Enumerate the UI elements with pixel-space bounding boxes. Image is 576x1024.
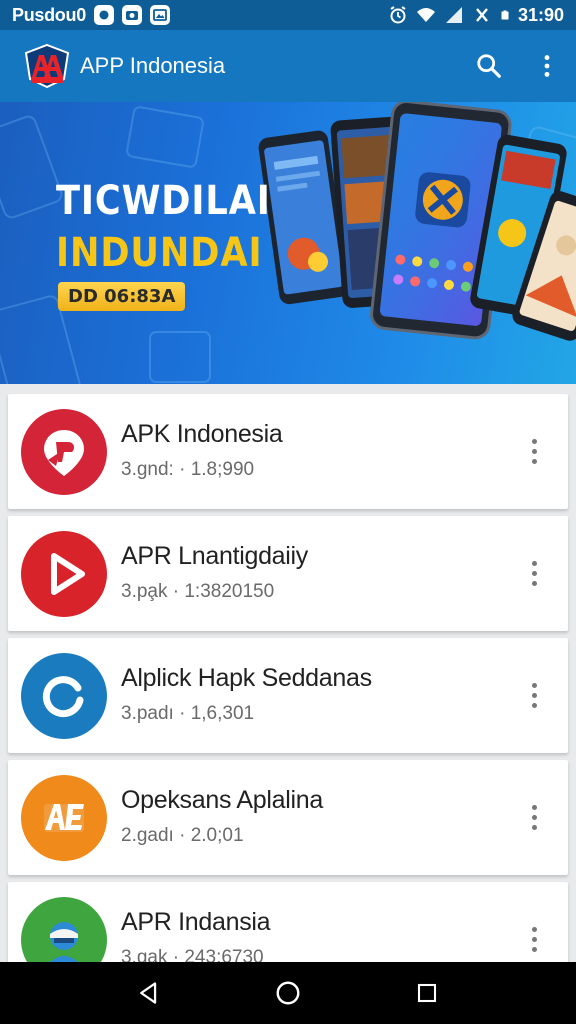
photo-icon (149, 5, 170, 25)
pin-logo-icon (21, 408, 107, 495)
more-vert-icon[interactable] (532, 51, 562, 81)
battery-icon (501, 10, 509, 20)
list-item[interactable]: Alplick Hapk Seddanas 3.padı · 1,6,301 (8, 638, 568, 753)
banner-subline: INDUNDAI (56, 230, 263, 276)
app-title: APP Indonesia (80, 53, 226, 78)
camera-icon (121, 5, 142, 25)
app-meta: 2.gadı · 2.0;01 (121, 825, 244, 846)
more-vert-icon[interactable] (522, 798, 546, 838)
search-icon[interactable] (474, 51, 504, 81)
app-name: Alplick Hapk Seddanas (121, 664, 372, 692)
app-name: APR Indansia (121, 908, 271, 936)
banner-headline: TICWDILAI (56, 178, 271, 224)
app-name: APR Lnantigdaiiy (121, 542, 308, 570)
more-vert-icon[interactable] (522, 676, 546, 716)
app-bar: APP Indonesia (0, 30, 576, 102)
data-off-icon (476, 8, 488, 22)
back-icon[interactable] (129, 973, 169, 1013)
app-logo (22, 43, 72, 89)
app-meta: 3.padı · 1,6,301 (121, 703, 255, 724)
refresh-ring-icon (21, 652, 107, 739)
ae-letters-icon (21, 774, 107, 861)
banner-badge: DD 06:83A (58, 282, 186, 311)
play-icon (21, 530, 107, 617)
list-item[interactable]: Opeksans Aplalina 2.gadı · 2.0;01 (8, 760, 568, 875)
promo-banner[interactable]: TICWDILAI INDUNDAI DD 06:83A (0, 102, 576, 384)
app-meta: 3.pa̧k · 1:3820150 (121, 581, 275, 602)
app-name: APK Indonesia (121, 420, 283, 448)
app-meta: 3.gnd: · 1.8;990 (121, 459, 255, 480)
system-nav-bar (0, 962, 576, 1024)
more-vert-icon[interactable] (522, 432, 546, 472)
status-time: 31:90 (517, 4, 564, 25)
more-vert-icon[interactable] (522, 920, 546, 960)
app-name: Opeksans Aplalina (121, 786, 323, 814)
status-carrier: Pusdou0 (12, 4, 86, 25)
wifi-icon (416, 8, 435, 22)
signal-icon (445, 7, 462, 23)
recents-icon[interactable] (407, 973, 447, 1013)
alarm-icon (390, 6, 406, 24)
list-item[interactable]: APK Indonesia 3.gnd: · 1.8;990 (8, 394, 568, 509)
record-icon (93, 5, 114, 25)
more-vert-icon[interactable] (522, 554, 546, 594)
home-icon[interactable] (268, 973, 308, 1013)
list-item[interactable]: APR Lnantigdaiiy 3.pa̧k · 1:3820150 (8, 516, 568, 631)
status-bar: Pusdou0 31:90 (0, 0, 576, 30)
